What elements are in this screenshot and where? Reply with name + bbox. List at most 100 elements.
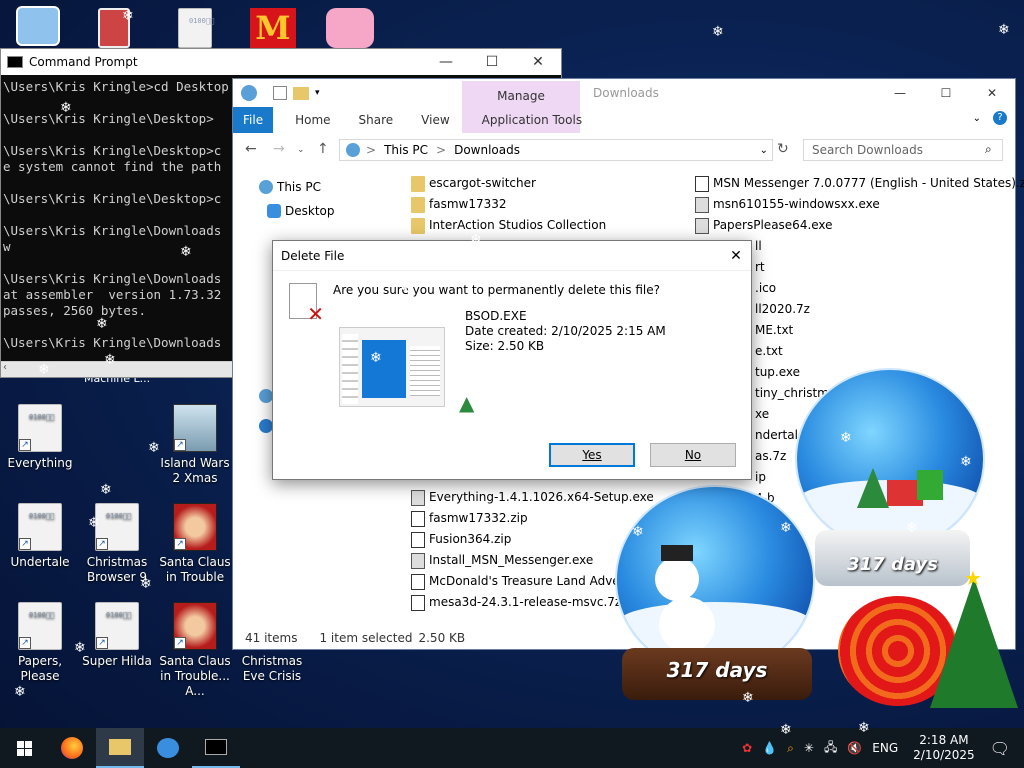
desktop-icon-papers-please[interactable]: ↗ Papers, Please	[0, 602, 80, 684]
file-list-item[interactable]: msn610155-windowsxx.exe	[695, 194, 880, 215]
address-bar[interactable]: > This PC > Downloads ⌄	[339, 139, 773, 161]
chevron-down-icon[interactable]: ⌄	[973, 113, 981, 124]
network-icon[interactable]: 🖧	[824, 738, 837, 759]
tab-home[interactable]: Home	[273, 107, 344, 133]
file-list-item[interactable]: Fusion364.zip	[411, 529, 511, 550]
yes-button[interactable]: Yes	[549, 443, 635, 467]
file-explorer-taskbar-button[interactable]	[96, 728, 144, 768]
app-taskbar-button[interactable]	[144, 728, 192, 768]
minimize-button[interactable]: —	[423, 54, 469, 70]
file-list-item-partial[interactable]: tup.exe	[755, 362, 800, 383]
desktop-icon-label: Super Hilda	[82, 654, 152, 668]
desktop-icon-santa-claus[interactable]: ↗ Santa Claus in Trouble	[155, 503, 235, 585]
language-indicator[interactable]: ENG	[872, 741, 898, 755]
taskbar: ✿ 💧 ⌕ ✳ 🖧 🔇 ENG 2:18 AM 2/10/2025 🗨	[0, 728, 1024, 768]
no-button[interactable]: No	[650, 443, 736, 467]
file-list-item-partial[interactable]: ll	[755, 236, 762, 257]
tab-application-tools[interactable]: Application Tools	[468, 107, 596, 133]
breadcrumb-this-pc[interactable]: This PC	[384, 143, 428, 157]
file-list-item-partial[interactable]: e.txt	[755, 341, 783, 362]
navigation-pane[interactable]: This PC Desktop	[233, 175, 393, 223]
up-arrow-icon[interactable]: ↑	[317, 141, 329, 157]
volume-icon[interactable]: 🔇	[847, 741, 862, 755]
clock[interactable]: 2:18 AM 2/10/2025	[913, 733, 975, 763]
file-name: Fusion364.zip	[429, 532, 512, 546]
desktop-icon-undertale[interactable]: ↗ Undertale	[0, 503, 80, 570]
file-list-item[interactable]: Everything-1.4.1.1026.x64-Setup.exe	[411, 487, 654, 508]
snowflake-icon: ❄	[180, 244, 192, 260]
desktop-icon-santa-claus-2[interactable]: ↗ Santa Claus in Trouble... A...	[155, 602, 235, 699]
desktop-icon-binary-doc[interactable]	[178, 8, 214, 48]
desktop-icon-label: Everything	[7, 456, 73, 470]
cmd-output[interactable]: \Users\Kris Kringle>cd Desktop \Users\Kr…	[1, 75, 233, 351]
delete-question: Are you sure you want to permanently del…	[333, 283, 660, 297]
mcdonalds-icon[interactable]: M	[250, 8, 296, 48]
file-list-item[interactable]: MSN Messenger 7.0.0777 (English - United…	[695, 173, 1024, 194]
tab-file[interactable]: File	[233, 107, 274, 133]
file-size: Size: 2.50 KB	[465, 339, 545, 353]
breadcrumb-downloads[interactable]: Downloads	[454, 143, 520, 157]
file-name: InterAction Studios Collection	[429, 218, 607, 232]
command-prompt-taskbar-button[interactable]	[192, 728, 240, 768]
file-list-item[interactable]: mesa3d-24.3.1-release-msvc.7z	[411, 592, 621, 613]
file-list-item-partial[interactable]: as.7z	[755, 446, 786, 467]
forward-arrow-icon[interactable]: →	[273, 141, 285, 157]
tab-view[interactable]: View	[407, 107, 463, 133]
close-button[interactable]: ✕	[721, 241, 751, 271]
tree-icon	[857, 468, 889, 508]
snowflake-icon: ❄	[722, 380, 734, 396]
file-list-item[interactable]: escargot-switcher	[411, 173, 536, 194]
file-list-item[interactable]: fasmw17332.zip	[411, 508, 528, 529]
zip-icon	[411, 510, 425, 527]
delete-file-dialog[interactable]: Delete File ✕ ✕ Are you sure you want to…	[272, 240, 752, 480]
firefox-taskbar-button[interactable]	[48, 728, 96, 768]
desktop-icon-island-wars[interactable]: ↗ Island Wars 2 Xmas	[155, 404, 235, 486]
tray-app-icon[interactable]: ✿	[742, 741, 752, 755]
file-list-item[interactable]: PapersPlease64.exe	[695, 215, 833, 236]
refresh-icon[interactable]: ↻	[777, 141, 789, 157]
cmd-title: Command Prompt	[29, 55, 138, 69]
pig-game-icon[interactable]	[326, 8, 374, 48]
search-input[interactable]: Search Downloads	[803, 139, 1003, 161]
file-list-item-partial[interactable]: xe	[755, 404, 769, 425]
selected-count: 1 item selected	[319, 631, 413, 645]
file-list-item[interactable]: Install_MSN_Messenger.exe	[411, 550, 593, 571]
notification-icon[interactable]: 🗨	[990, 739, 1010, 758]
back-arrow-icon[interactable]: ←	[245, 141, 257, 157]
people-icon	[157, 738, 179, 758]
dialog-titlebar[interactable]: Delete File ✕	[273, 241, 751, 271]
file-list-item[interactable]: fasmw17332	[411, 194, 507, 215]
desktop-icon-computer[interactable]	[16, 6, 60, 46]
cmd-titlebar[interactable]: Command Prompt — ☐ ✕	[1, 49, 561, 75]
file-list-item-partial[interactable]: ll2020.7z	[755, 299, 810, 320]
start-button[interactable]	[0, 728, 48, 768]
snowman-icon	[655, 557, 699, 601]
chevron-down-icon[interactable]: ▾	[315, 88, 320, 98]
nav-this-pc[interactable]: This PC	[233, 175, 393, 199]
file-list-item-partial[interactable]: ME.txt	[755, 320, 793, 341]
file-list-item-partial[interactable]: ip	[755, 467, 766, 488]
close-button[interactable]: ✕	[515, 54, 561, 70]
maximize-button[interactable]: ☐	[923, 79, 969, 107]
close-button[interactable]: ✕	[969, 79, 1015, 107]
new-folder-icon[interactable]	[293, 86, 309, 100]
droplet-icon[interactable]: 💧	[762, 741, 777, 755]
recent-locations-icon[interactable]: ⌄	[297, 145, 305, 155]
file-list-item[interactable]: McDonald's Treasure Land Adventu	[411, 571, 640, 592]
tab-share[interactable]: Share	[345, 107, 408, 133]
desktop-icon-super-hilda[interactable]: ↗ Super Hilda	[77, 602, 157, 669]
chevron-down-icon[interactable]: ⌄	[760, 145, 768, 156]
search-tool-icon[interactable]: ⌕	[787, 741, 794, 756]
nav-desktop[interactable]: Desktop	[233, 199, 393, 223]
file-list-item[interactable]: InterAction Studios Collection	[411, 215, 606, 236]
cmd-horizontal-scrollbar[interactable]: ‹	[1, 361, 233, 377]
help-icon[interactable]: ?	[993, 111, 1007, 125]
minimize-button[interactable]: —	[877, 79, 923, 107]
snowflake-icon: ❄	[840, 430, 852, 446]
maximize-button[interactable]: ☐	[469, 54, 515, 70]
properties-icon[interactable]	[273, 86, 287, 100]
file-list-item-partial[interactable]: .ico	[755, 278, 776, 299]
desktop-icon-everything[interactable]: ↗ Everything	[0, 404, 80, 471]
star-burst-icon[interactable]: ✳	[804, 741, 814, 755]
file-list-item-partial[interactable]: rt	[755, 257, 765, 278]
